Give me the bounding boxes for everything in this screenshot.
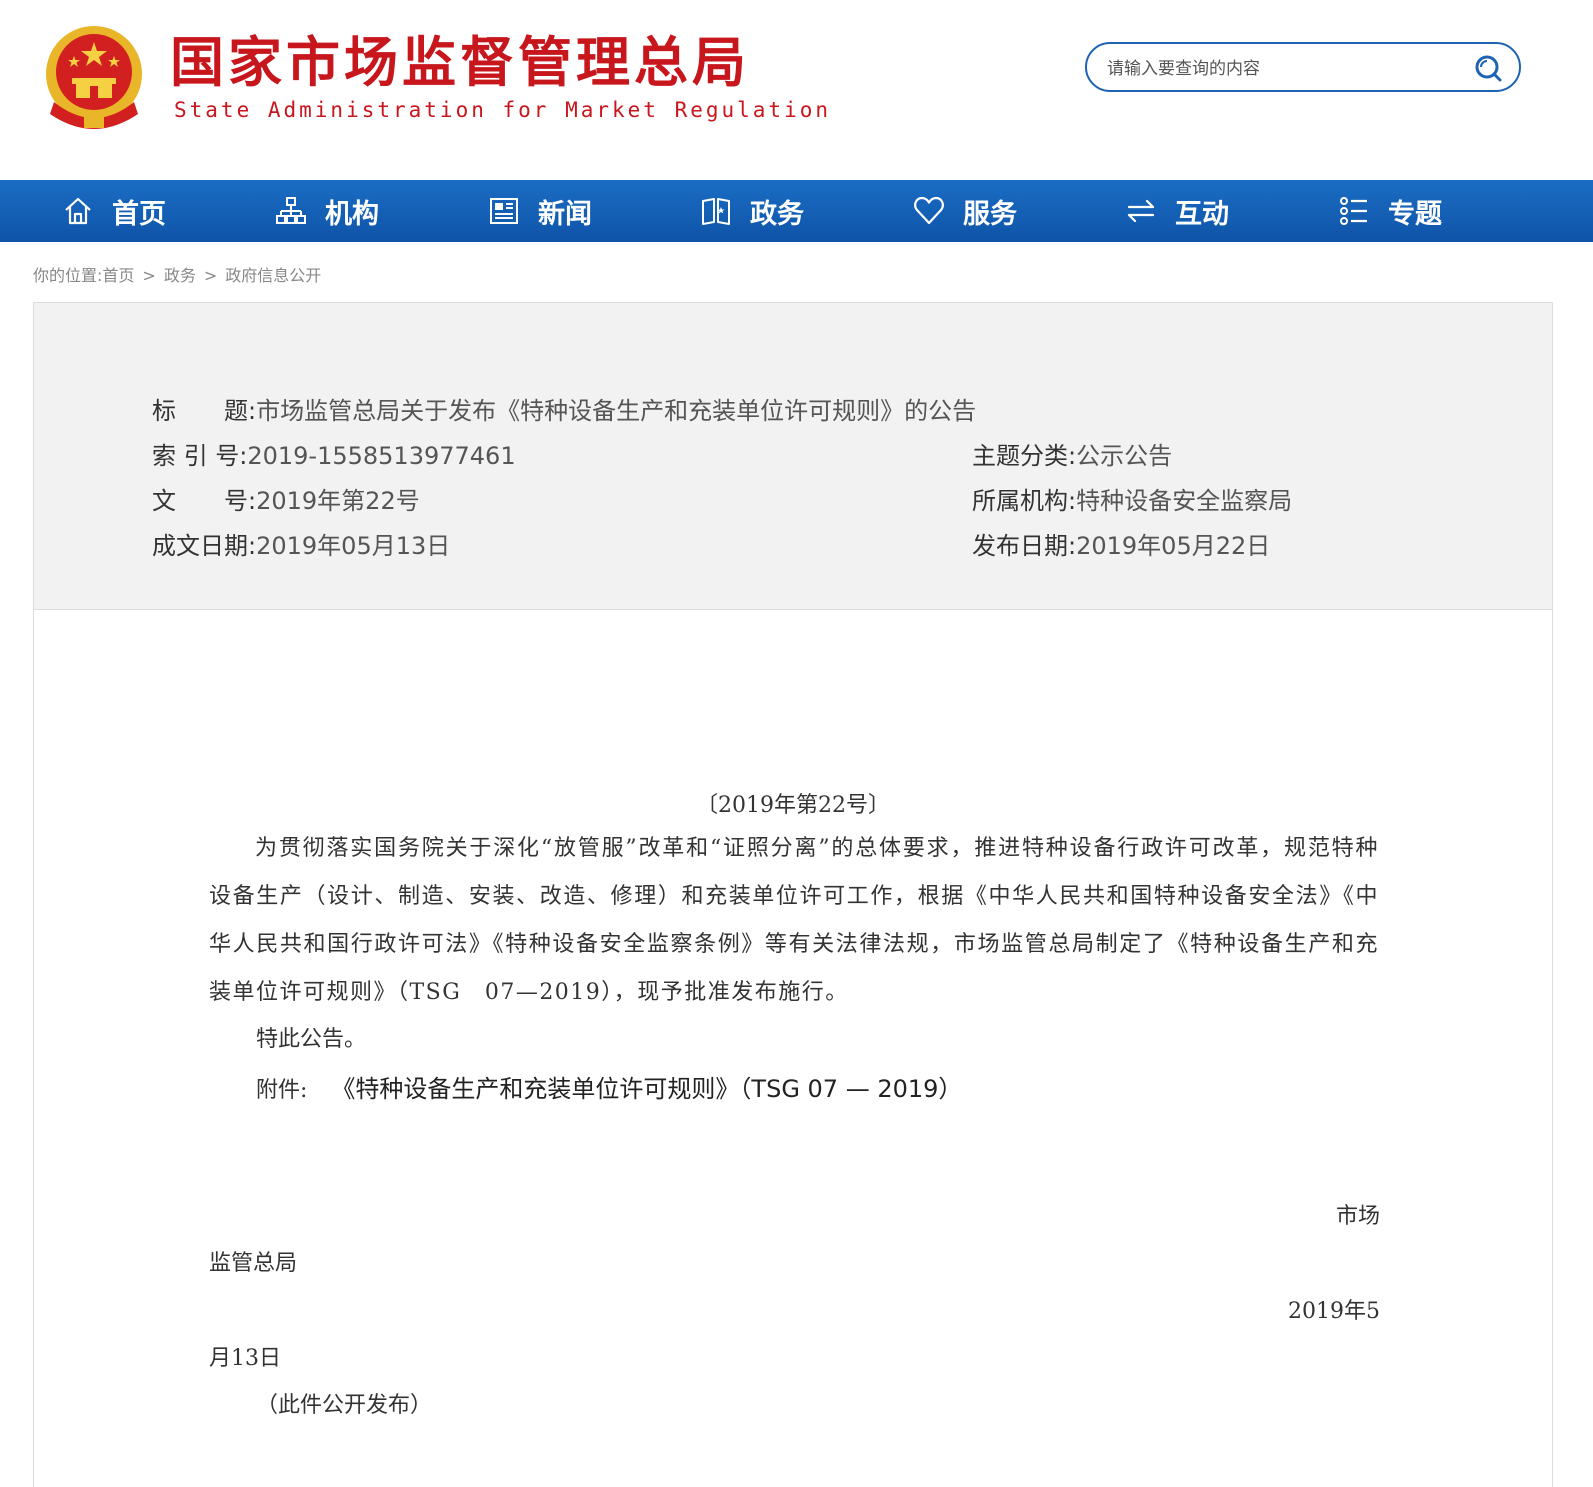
date-line-2: 月13日 [209, 1346, 281, 1371]
org-chart-icon [276, 197, 306, 224]
nav-item-interaction[interactable]: 互动 [1125, 180, 1229, 242]
heart-icon [914, 196, 944, 225]
published-date-value: 2019年05月22日 [1076, 532, 1271, 560]
category-row: 主题分类:公示公告 [972, 436, 1172, 471]
news-icon [490, 198, 518, 224]
breadcrumb-separator: > [142, 266, 156, 285]
written-date-value: 2019年05月13日 [256, 532, 451, 560]
exchange-icon [1127, 199, 1155, 223]
breadcrumb-prefix: 你的位置: [33, 266, 103, 285]
notice-text: 特此公告。 [256, 1027, 367, 1052]
breadcrumb-home[interactable]: 首页 [102, 266, 134, 285]
home-icon [65, 197, 91, 225]
document-number: 〔2019年第22号〕 [696, 793, 890, 818]
article-container: 标 题:市场监管总局关于发布《特种设备生产和充装单位许可规则》的公告 索 引 号… [33, 302, 1553, 1487]
title-row: 标 题:市场监管总局关于发布《特种设备生产和充装单位许可规则》的公告 [152, 391, 976, 426]
signer-line-2: 监管总局 [209, 1251, 298, 1276]
nav-item-home[interactable]: 首页 [62, 180, 166, 242]
docno-label: 文 号: [152, 487, 257, 515]
docno-value: 2019年第22号 [256, 487, 420, 515]
category-value: 公示公告 [1076, 442, 1173, 470]
signer-line-1: 市场 [1335, 1204, 1380, 1229]
title-value: 市场监管总局关于发布《特种设备生产和充装单位许可规则》的公告 [256, 397, 977, 425]
search-input[interactable] [1105, 54, 1449, 84]
breadcrumb-government[interactable]: 政务 [164, 266, 196, 285]
nav-item-label: 新闻 [538, 198, 592, 230]
written-date-row: 成文日期:2019年05月13日 [152, 526, 450, 561]
nav-item-topics[interactable]: 专题 [1338, 180, 1442, 242]
nav-item-label: 服务 [963, 198, 1017, 230]
index-value: 2019-1558513977461 [247, 442, 516, 470]
nav-item-label: 互动 [1175, 198, 1229, 230]
search-icon[interactable] [1473, 53, 1503, 83]
agency-value: 特种设备安全监察局 [1076, 487, 1293, 515]
breadcrumb-separator: > [203, 266, 218, 285]
nav-item-label: 专题 [1388, 198, 1442, 230]
index-label: 索 引 号: [152, 442, 248, 470]
site-title: 国家市场监督管理总局 [170, 31, 750, 94]
main-nav: 首页 机构 新闻 政务 服务 互动 专题 [0, 180, 1593, 242]
agency-row: 所属机构:特种设备安全监察局 [972, 481, 1292, 516]
published-date-row: 发布日期:2019年05月22日 [972, 526, 1270, 561]
nav-item-label: 首页 [112, 198, 166, 230]
nav-item-label: 政务 [750, 198, 804, 230]
attachment-row: 附件: 《特种设备生产和充装单位许可规则》（TSG 07 — 2019） [256, 1069, 962, 1104]
index-row: 索 引 号:2019-1558513977461 [152, 436, 516, 471]
breadcrumb: 你的位置:首页 > 政务 > 政府信息公开 [33, 262, 321, 286]
breadcrumb-info-disclosure[interactable]: 政府信息公开 [225, 266, 321, 285]
search-box [1085, 42, 1521, 92]
nav-item-service[interactable]: 服务 [913, 180, 1017, 242]
attachment-label: 附件: [256, 1078, 308, 1103]
published-date-label: 发布日期: [972, 532, 1077, 560]
book-icon [702, 198, 730, 225]
agency-label: 所属机构: [972, 487, 1077, 515]
docno-row: 文 号:2019年第22号 [152, 481, 420, 516]
nav-item-government[interactable]: 政务 [700, 180, 804, 242]
title-label: 标 题: [152, 397, 257, 425]
nav-item-news[interactable]: 新闻 [488, 180, 592, 242]
site-subtitle: State Administration for Market Regulati… [174, 98, 832, 122]
attachment-link[interactable]: 《特种设备生产和充装单位许可规则》（TSG 07 — 2019） [331, 1075, 962, 1103]
announcement-paragraph: 为贯彻落实国务院关于深化“放管服”改革和“证照分离”的总体要求，推进特种设备行政… [209, 836, 1379, 1005]
category-label: 主题分类: [972, 442, 1077, 470]
metadata-panel: 标 题:市场监管总局关于发布《特种设备生产和充装单位许可规则》的公告 索 引 号… [34, 303, 1552, 610]
national-emblem-logo[interactable] [40, 22, 148, 134]
written-date-label: 成文日期: [152, 532, 257, 560]
nav-item-label: 机构 [325, 198, 379, 230]
publish-note: （此件公开发布） [256, 1393, 433, 1418]
nav-item-org[interactable]: 机构 [275, 180, 379, 242]
site-header: 国家市场监督管理总局 State Administration for Mark… [0, 0, 1593, 180]
list-icon [1340, 197, 1367, 225]
date-line-1: 2019年5 [1288, 1299, 1380, 1324]
